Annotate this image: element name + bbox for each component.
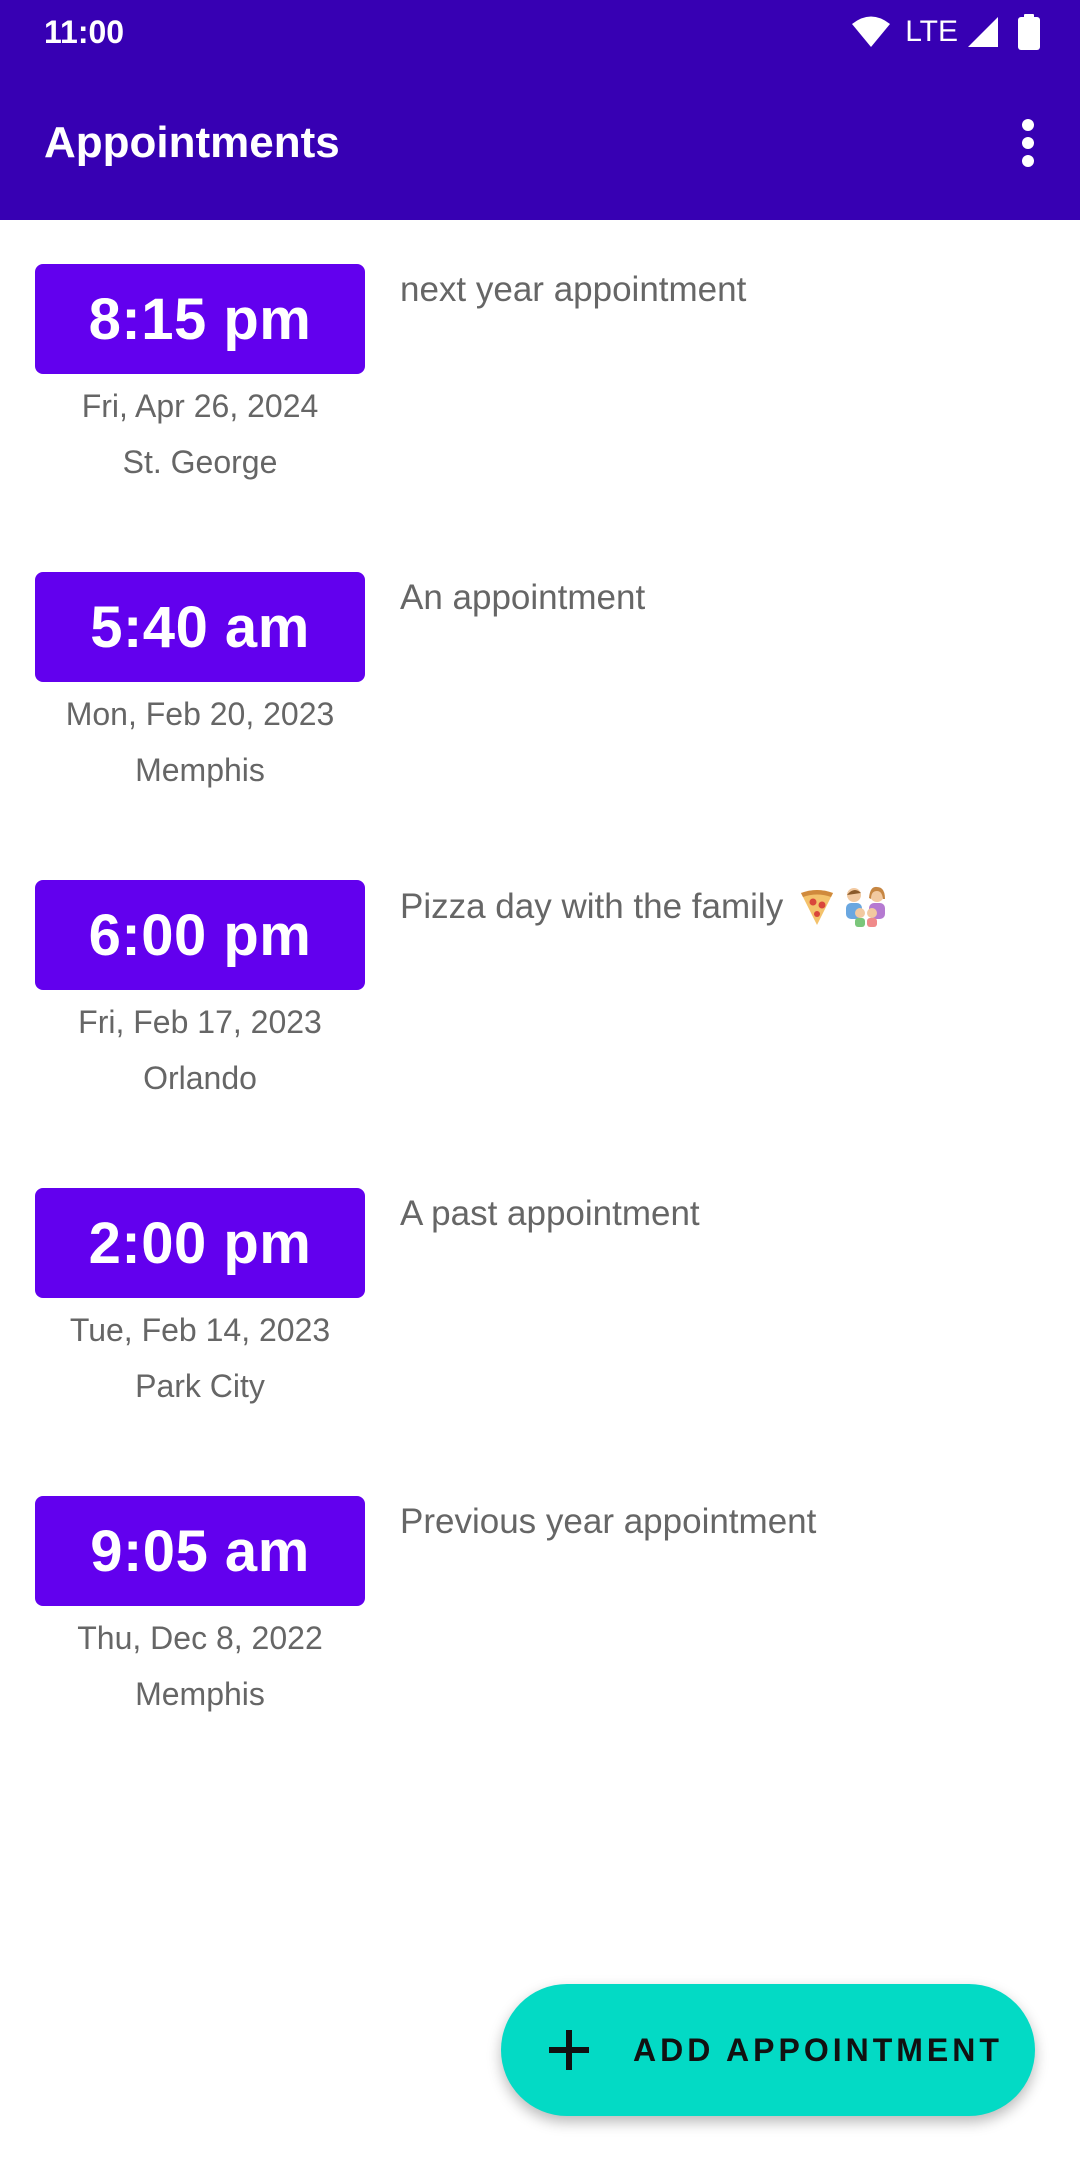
appointment-description-text: Pizza day with the family [400, 887, 784, 926]
appointment-item[interactable]: 5:40 am Mon, Feb 20, 2023 Memphis An app… [0, 528, 1080, 836]
appointment-location: Park City [135, 1368, 265, 1404]
status-icons: LTE [851, 14, 1040, 50]
family-icon [846, 886, 886, 927]
appointment-description-text: Previous year appointment [400, 1502, 817, 1541]
pizza-icon [801, 890, 834, 925]
appointment-description-text: A past appointment [400, 1194, 700, 1233]
appointment-time: 8:15 pm [35, 264, 365, 374]
appointment-description-text: An appointment [400, 578, 646, 617]
appointment-item[interactable]: 2:00 pm Tue, Feb 14, 2023 Park City A pa… [0, 1144, 1080, 1452]
app-bar: 11:00 LTE Appointments [0, 0, 1080, 220]
appointment-location: Memphis [135, 1676, 265, 1712]
appointment-location: Orlando [143, 1060, 257, 1096]
appointment-location: St. George [122, 444, 278, 480]
appointment-location: Memphis [135, 752, 265, 788]
appointment-description-text: next year appointment [400, 270, 747, 309]
page-title: Appointments [44, 118, 340, 167]
add-appointment-button[interactable]: ADD APPOINTMENT [501, 1984, 1035, 2116]
emoji-group [797, 886, 889, 928]
appointment-description: next year appointment [400, 270, 1040, 310]
appointment-time: 6:00 pm [35, 880, 365, 990]
overflow-menu-button[interactable] [998, 108, 1058, 178]
network-type-label: LTE [905, 15, 958, 48]
appointment-time: 2:00 pm [35, 1188, 365, 1298]
appointment-item[interactable]: 6:00 pm Fri, Feb 17, 2023 Orlando Pizza … [0, 836, 1080, 1144]
appointment-list: 8:15 pm Fri, Apr 26, 2024 St. George nex… [0, 220, 1080, 1760]
appointments-screen: 11:00 LTE Appointments 8:15 pm Fri, Apr … [0, 0, 1080, 2160]
appointment-description: Pizza day with the family [400, 886, 1040, 928]
appointment-time: 5:40 am [35, 572, 365, 682]
status-time: 11:00 [44, 14, 125, 50]
appointment-date: Fri, Apr 26, 2024 [81, 388, 319, 424]
appointment-item[interactable]: 8:15 pm Fri, Apr 26, 2024 St. George nex… [0, 220, 1080, 528]
status-bar: 11:00 LTE [0, 0, 1080, 64]
appointment-item[interactable]: 9:05 am Thu, Dec 8, 2022 Memphis Previou… [0, 1452, 1080, 1760]
appointment-date: Fri, Feb 17, 2023 [78, 1004, 322, 1040]
wifi-icon [852, 16, 891, 47]
appointment-date: Mon, Feb 20, 2023 [65, 696, 335, 732]
add-appointment-label: ADD APPOINTMENT [633, 2031, 1003, 2068]
appointment-date: Thu, Dec 8, 2022 [77, 1620, 323, 1656]
signal-icon [968, 17, 998, 47]
appointment-description: A past appointment [400, 1194, 1040, 1234]
appointment-date: Tue, Feb 14, 2023 [69, 1312, 331, 1348]
battery-icon [1018, 14, 1040, 50]
more-vert-icon [1022, 119, 1034, 167]
appointment-description: Previous year appointment [400, 1502, 1040, 1542]
appointment-description: An appointment [400, 578, 1040, 618]
appointment-time: 9:05 am [35, 1496, 365, 1606]
plus-icon [549, 2030, 589, 2070]
